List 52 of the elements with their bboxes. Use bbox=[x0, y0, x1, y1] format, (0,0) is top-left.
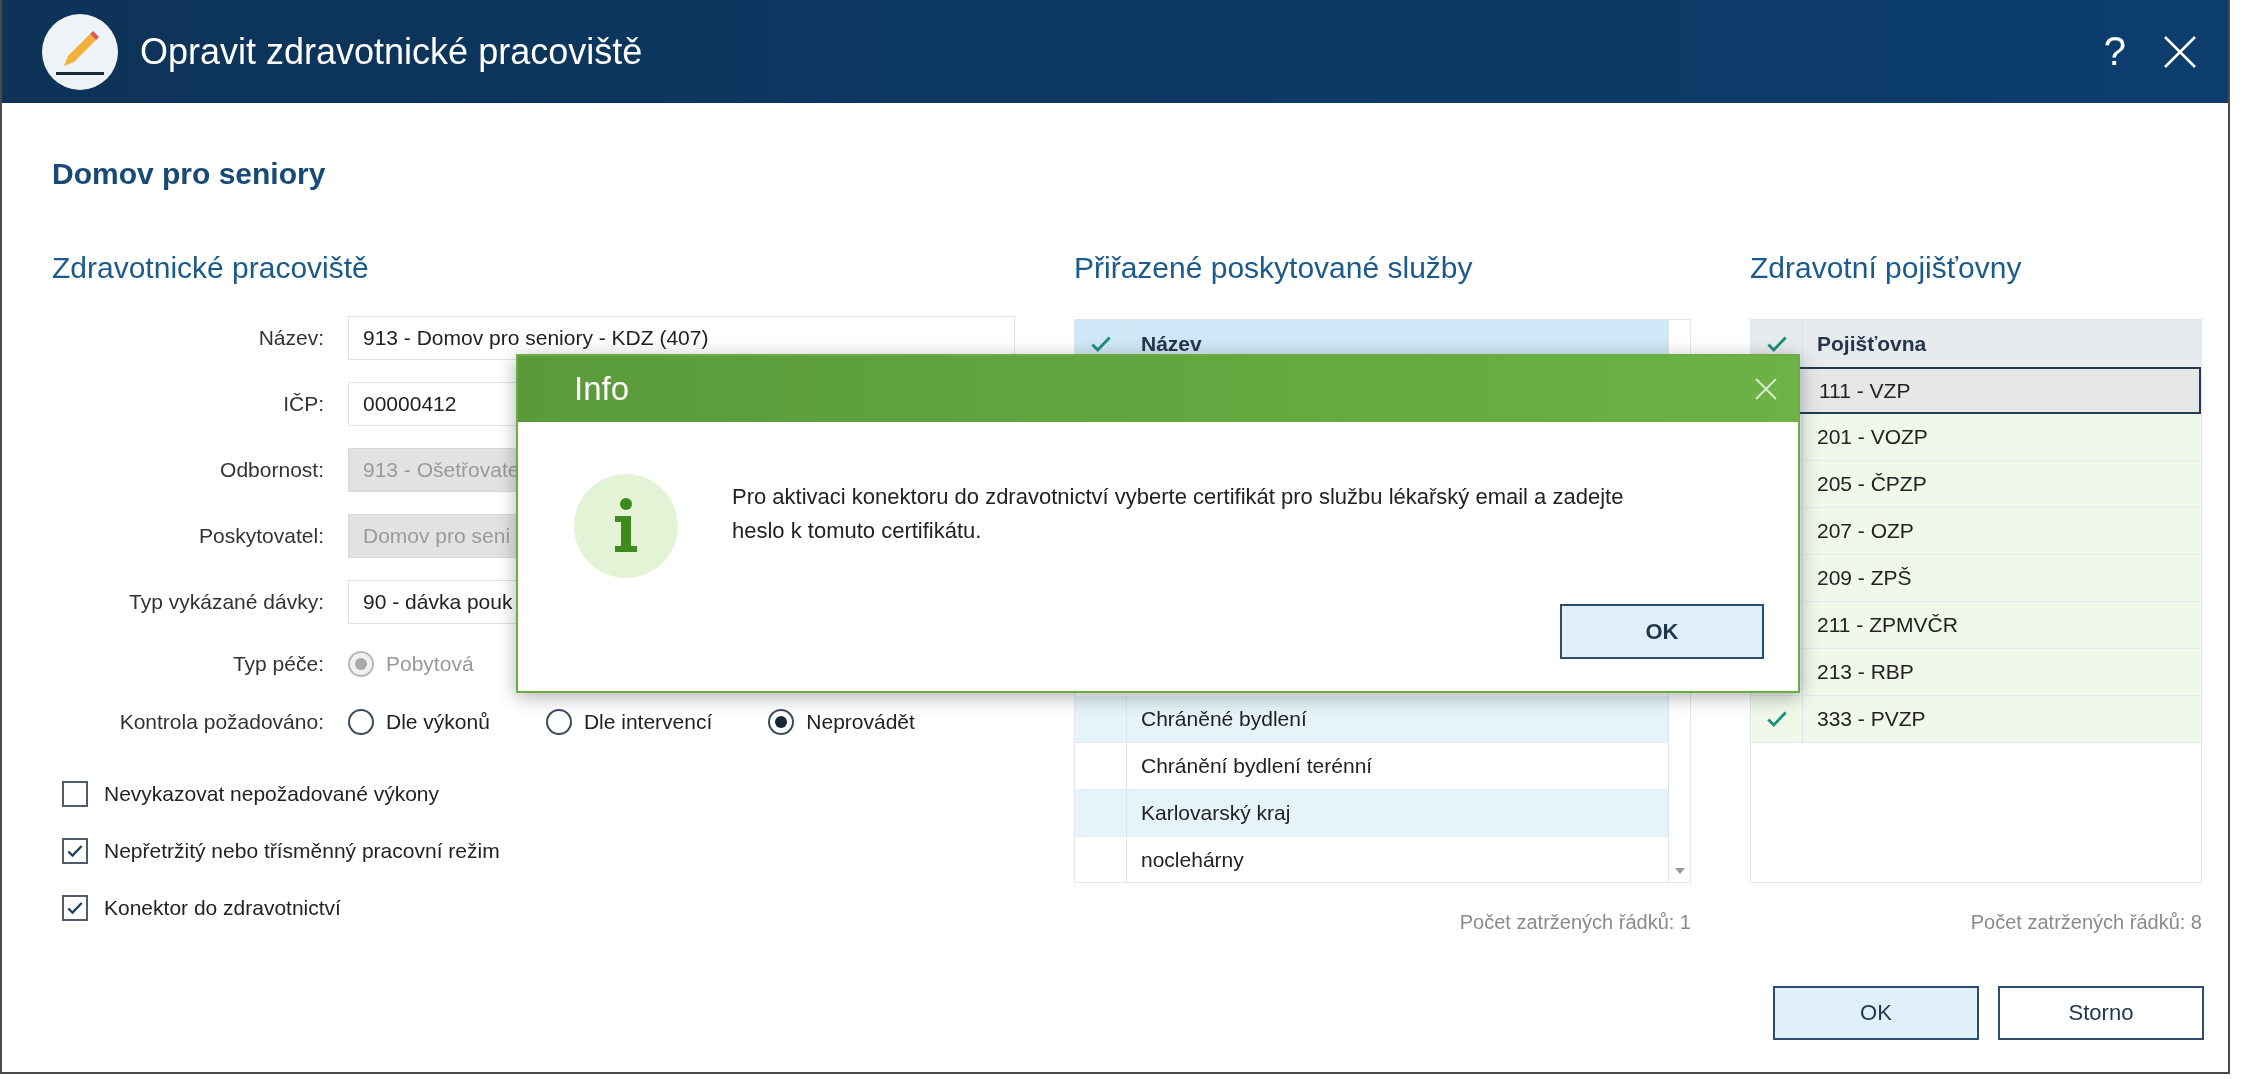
field-label: Typ vykázané dávky: bbox=[128, 590, 324, 614]
checkbox[interactable] bbox=[62, 837, 88, 864]
radio-option[interactable]: Dle intervencí bbox=[545, 709, 713, 735]
table-row[interactable]: Karlovarský kraj bbox=[1075, 790, 1668, 837]
radio-option[interactable]: Neprovádět bbox=[768, 709, 915, 735]
field-label: Název: bbox=[257, 326, 324, 350]
table-cell-text: Karlovarský kraj bbox=[1140, 801, 1292, 825]
table-cell-text: Chránění bydlení terénní bbox=[1140, 754, 1374, 778]
ok-button[interactable]: OK bbox=[1773, 986, 1979, 1040]
dialog-message: Pro aktivaci konektoru do zdravotnictví vyberte certifikát pro službu lékařský email a zadejte heslo k tomuto certifikátu. bbox=[732, 483, 1625, 545]
table-cell-text: 209 - ZPŠ bbox=[1816, 566, 1913, 590]
table-cell-text: 111 - VZP bbox=[1818, 378, 1912, 403]
table-row[interactable]: 333 - PVZP bbox=[1751, 696, 2201, 743]
checkbox-option[interactable]: Nepřetržitý nebo třísměnný pracovní režim bbox=[62, 822, 500, 879]
checkbox[interactable] bbox=[62, 894, 88, 921]
table-cell-text: 211 - ZPMVČR bbox=[1816, 613, 1959, 637]
table-cell-text: 213 - RBP bbox=[1816, 660, 1915, 684]
section-title: Zdravotnické pracoviště bbox=[52, 251, 369, 285]
checkbox-option[interactable]: Nevykazovat nepožadované výkony bbox=[62, 765, 440, 822]
table-cell-text: noclehárny bbox=[1140, 848, 1245, 872]
ok-button[interactable]: OK bbox=[1560, 604, 1764, 659]
cancel-button[interactable]: Storno bbox=[1998, 986, 2204, 1040]
radio-button[interactable] bbox=[348, 709, 374, 735]
table-cell-text: Chráněné bydlení bbox=[1140, 707, 1308, 731]
checked-count: Počet zatržených řádků: 8 bbox=[1970, 911, 2202, 934]
input-field[interactable]: 913 - Domov pro seniory - KDZ (407) bbox=[348, 316, 1015, 360]
scroll-down-icon[interactable] bbox=[1674, 868, 1685, 874]
table-row[interactable]: Chránění bydlení terénní bbox=[1075, 743, 1668, 790]
checked-count: Počet zatržených řádků: 1 bbox=[1459, 911, 1691, 934]
help-button[interactable]: ? bbox=[2095, 29, 2134, 74]
field-label: Kontrola požadováno: bbox=[118, 710, 324, 734]
dialog-title: Info bbox=[574, 370, 631, 408]
page-heading: Domov pro seniory bbox=[52, 157, 326, 191]
radio-button[interactable] bbox=[545, 709, 572, 735]
table-cell-text: 205 - ČPZP bbox=[1816, 472, 1928, 496]
table-cell-text: 207 - OZP bbox=[1816, 519, 1915, 543]
field-label: Typ péče: bbox=[231, 652, 324, 676]
table-cell-text: 201 - VOZP bbox=[1816, 425, 1929, 449]
field-label: Poskytovatel: bbox=[198, 524, 324, 548]
radio-button[interactable] bbox=[768, 709, 795, 735]
pencil-icon bbox=[42, 13, 118, 90]
section-title: Zdravotní pojišťovny bbox=[1750, 251, 2022, 285]
window-title: Opravit zdravotnické pracoviště bbox=[140, 30, 644, 73]
checkbox[interactable] bbox=[62, 780, 88, 807]
table-row[interactable]: Chráněné bydlení bbox=[1075, 696, 1668, 743]
table-row[interactable]: 213 - RBP bbox=[1751, 649, 2201, 696]
radio-option[interactable]: Dle výkonů bbox=[348, 709, 490, 735]
field-label: IČP: bbox=[282, 392, 324, 416]
checkbox-option[interactable]: Konektor do zdravotnictví bbox=[62, 879, 341, 936]
table-cell-text: 333 - PVZP bbox=[1816, 707, 1927, 731]
field-label: Odbornost: bbox=[219, 458, 324, 482]
section-title: Přiřazené poskytované služby bbox=[1074, 251, 1473, 285]
